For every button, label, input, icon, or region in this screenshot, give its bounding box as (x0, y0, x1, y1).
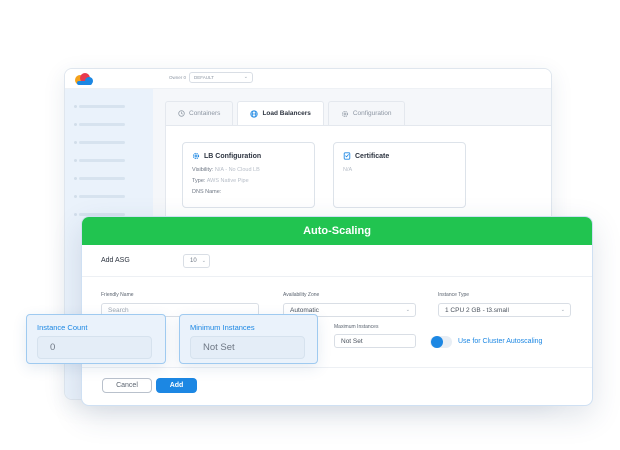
tab-containers[interactable]: Containers (165, 101, 234, 125)
divider (82, 276, 592, 277)
lb-configuration-card: LB Configuration Visibility: N/A - No Cl… (182, 142, 315, 208)
toggle-knob (431, 336, 443, 348)
globe-icon (250, 109, 259, 118)
sidebar-item-icon (74, 177, 77, 180)
sidebar-item-icon (74, 141, 77, 144)
row-label: Type: (192, 178, 206, 184)
modal-header: Auto-Scaling (82, 217, 592, 245)
cluster-autoscaling-toggle[interactable] (430, 336, 452, 348)
certificate-card-title: Certificate (355, 152, 390, 160)
certificate-card: Certificate N/A (333, 142, 466, 208)
gear-icon (192, 152, 200, 160)
row-label: DNS Name: (192, 189, 222, 195)
modal-title: Auto-Scaling (303, 225, 371, 237)
sidebar-item[interactable] (79, 123, 125, 126)
chevron-down-icon: ⌄ (405, 307, 410, 313)
tab-label: Configuration (352, 110, 392, 117)
sidebar-item-icon (74, 105, 77, 108)
instance-count-value: 0 (50, 342, 56, 353)
tab-bar: Containers Load Balancers Configuration (165, 101, 409, 125)
org-label: Owner 0 (169, 75, 187, 80)
minimum-instances-label: Minimum Instances (190, 323, 255, 332)
instance-count-input[interactable]: 0 (37, 336, 152, 359)
instance-count-label: Instance Count (37, 323, 88, 332)
add-button-label: Add (169, 382, 184, 389)
type-row: Type: AWS Native Pipe (192, 178, 305, 184)
tab-configuration[interactable]: Configuration (327, 101, 405, 125)
certificate-icon (343, 152, 351, 160)
card-title: Certificate (343, 152, 456, 160)
availability-zone-value: Automatic (290, 307, 319, 314)
tab-label: Containers (189, 110, 221, 117)
card-title: LB Configuration (192, 152, 305, 160)
minimum-instances-input[interactable]: Not Set (190, 336, 305, 359)
maximum-instances-label: Maximum Instances (334, 324, 379, 330)
row-value: AWS Native Pipe (206, 178, 249, 184)
add-asg-label: Add ASG (101, 257, 130, 264)
certificate-row: N/A (343, 167, 456, 173)
tab-label: Load Balancers (262, 110, 311, 117)
sidebar-item-icon (74, 159, 77, 162)
minimum-instances-value: Not Set (203, 342, 235, 353)
visibility-row: Visibility: N/A - No Cloud LB (192, 167, 305, 173)
gear-icon (341, 110, 348, 117)
sidebar-item[interactable] (79, 177, 125, 180)
org-select-value: DEFAULT (194, 75, 214, 80)
row-label: Visibility: (192, 167, 214, 173)
divider (82, 367, 592, 368)
lb-card-title: LB Configuration (204, 152, 262, 160)
row-value: N/A - No Cloud LB (214, 167, 260, 173)
sidebar-item-icon (74, 213, 77, 216)
tab-load-balancers[interactable]: Load Balancers (237, 101, 324, 125)
minimum-instances-tile: Minimum Instances Not Set (179, 314, 318, 364)
row-value: N/A (343, 167, 353, 173)
sidebar-item[interactable] (79, 159, 125, 162)
sidebar-item[interactable] (79, 105, 125, 108)
sidebar-item-icon (74, 123, 77, 126)
friendly-name-placeholder: Search (108, 307, 129, 314)
chevron-down-icon: ⌄ (560, 307, 565, 313)
instance-count-tile: Instance Count 0 (26, 314, 166, 364)
auto-scaling-modal: Auto-Scaling Add ASG 10 ⌄ Friendly Name … (81, 216, 593, 406)
brand-logo-icon (75, 73, 93, 85)
dns-name-row: DNS Name: (192, 189, 305, 195)
add-asg-select[interactable]: 10 ⌄ (183, 254, 210, 268)
org-select[interactable]: DEFAULT ⌄ (189, 72, 253, 83)
instance-type-label: Instance Type (438, 292, 470, 298)
cluster-autoscaling-label: Use for Cluster Autoscaling (458, 338, 543, 345)
sidebar-item[interactable] (79, 195, 125, 198)
chevron-down-icon: ⌄ (243, 74, 248, 80)
sidebar-item-icon (74, 195, 77, 198)
add-asg-value: 10 (190, 258, 197, 264)
maximum-instances-input[interactable]: Not Set (334, 334, 416, 348)
maximum-instances-value: Not Set (341, 338, 363, 345)
sidebar-item[interactable] (79, 141, 125, 144)
add-button[interactable]: Add (156, 378, 197, 393)
instance-type-select[interactable]: 1 CPU 2 GB - t3.small ⌄ (438, 303, 571, 317)
cancel-button[interactable]: Cancel (102, 378, 152, 393)
clock-icon (178, 110, 185, 117)
availability-zone-label: Availability Zone (283, 292, 320, 298)
top-bar: Owner 0 DEFAULT ⌄ (65, 69, 551, 89)
instance-type-value: 1 CPU 2 GB - t3.small (445, 307, 509, 314)
cancel-button-label: Cancel (116, 382, 138, 389)
friendly-name-label: Friendly Name (101, 292, 134, 298)
chevron-down-icon: ⌄ (201, 258, 206, 264)
